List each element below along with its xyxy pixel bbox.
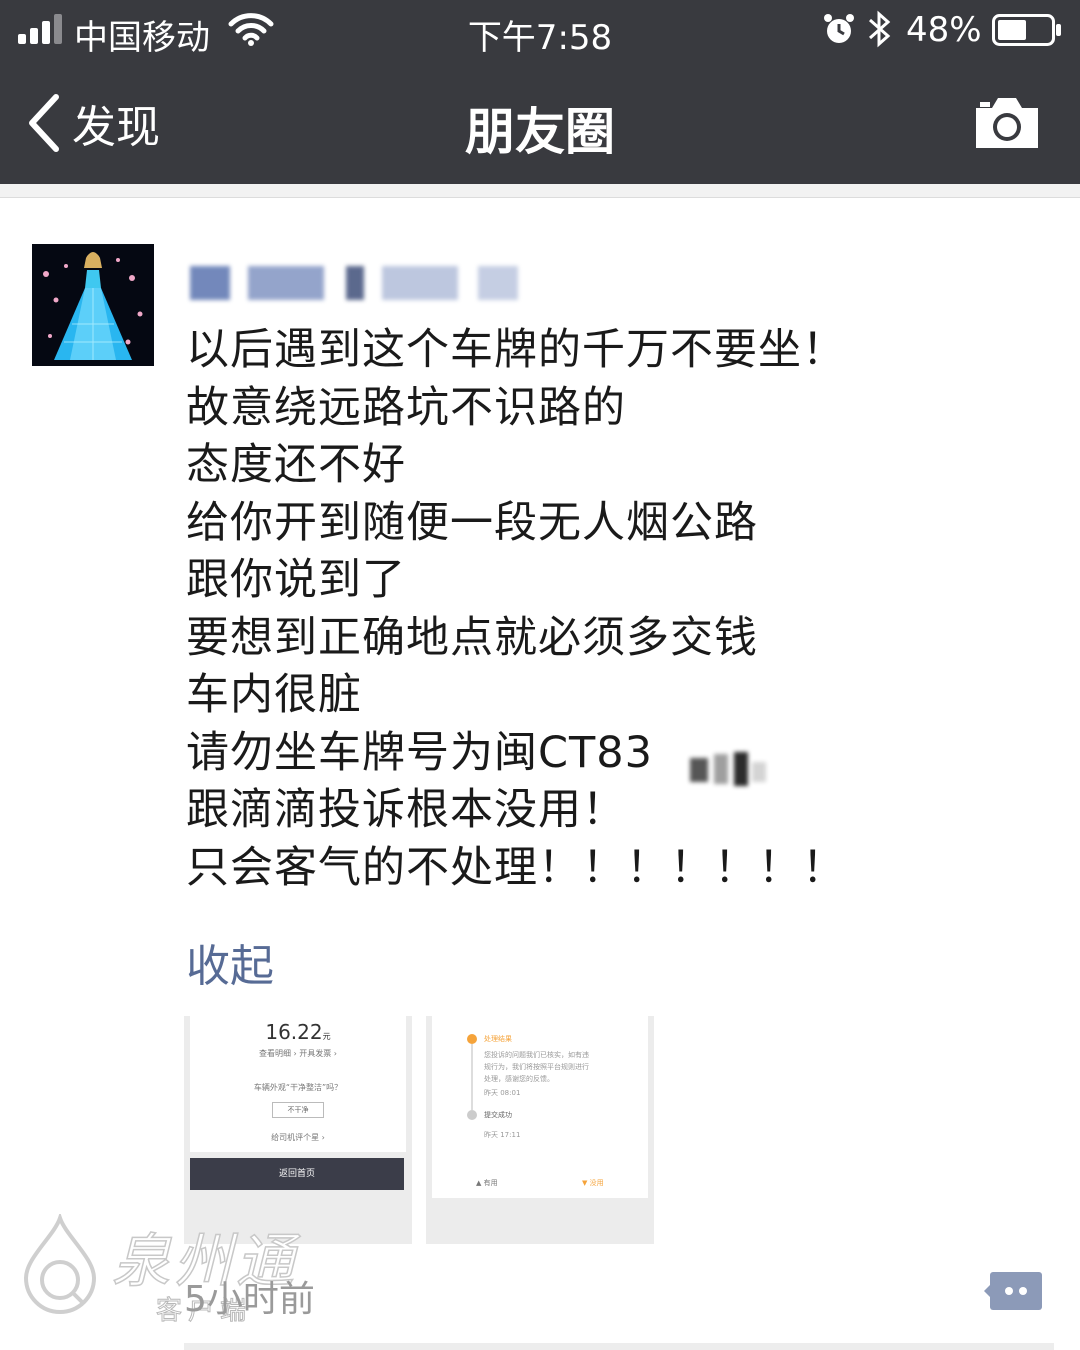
battery-icon xyxy=(992,14,1061,46)
post-line: 给你开到随便一段无人烟公路 xyxy=(186,497,758,548)
complaint-card: 处理结果 您投诉的问题我们已核实，如有违 规行为，我们将按照平台规则进行 处理，… xyxy=(432,1016,648,1198)
battery-percentage: 48% xyxy=(906,10,982,50)
post-image-complaint-status[interactable]: 处理结果 您投诉的问题我们已核实，如有违 规行为，我们将按照平台规则进行 处理，… xyxy=(426,1016,654,1244)
alarm-icon xyxy=(824,14,854,43)
post-line: 跟你说到了 xyxy=(186,555,406,605)
avatar-image xyxy=(32,244,154,366)
receipt-card: 16.22元 查看明细 › 开具发票 › 车辆外观“干净整洁”吗？ 不干净 给司… xyxy=(190,1016,406,1152)
collapse-link[interactable]: 收起 xyxy=(186,930,274,994)
camera-icon[interactable] xyxy=(972,94,1042,150)
username-blurred[interactable] xyxy=(186,252,526,304)
return-home-button: 返回首页 xyxy=(190,1158,404,1190)
step-body: 您投诉的问题我们已核实，如有违 xyxy=(484,1051,589,1059)
rating-question: 车辆外观“干净整洁”吗？ xyxy=(253,1083,343,1092)
timeline-dot xyxy=(467,1110,477,1120)
step-time: 昨天 17:11 xyxy=(484,1131,521,1139)
step-title: 处理结果 xyxy=(484,1035,512,1043)
step-body: 规行为，我们将按照平台规则进行 xyxy=(484,1063,589,1071)
comment-icon[interactable] xyxy=(984,1268,1044,1314)
post-line: 跟滴滴投诉根本没用！ xyxy=(186,785,626,835)
post-line: 请勿坐车牌号为闽CT83 xyxy=(186,727,654,778)
license-plate-blur xyxy=(688,748,768,788)
post-line: 故意绕远路坑不识路的 xyxy=(186,382,626,433)
status-bar: 中国移动 下午7:58 48% xyxy=(0,0,1080,62)
comment-area-edge xyxy=(184,1343,1054,1350)
post-line: 要想到正确地点就必须多交钱 xyxy=(186,612,758,663)
page-title: 朋友圈 xyxy=(465,103,615,161)
nav-bar: 发现 朋友圈 xyxy=(0,62,1080,184)
post-line: 态度还不好 xyxy=(186,440,406,490)
post-line: 车内很脏 xyxy=(186,670,362,720)
post-content: 以后遇到这个车牌的千万不要坐！ 故意绕远路坑不识路的 态度还不好 给你开到随便一… xyxy=(186,322,946,897)
section-divider xyxy=(0,184,1080,198)
useful-label: ▲ 有用 xyxy=(476,1179,498,1187)
post-timestamp: 5小时前 xyxy=(184,1279,315,1320)
post-line: 只会客气的不处理！！！！！！！ xyxy=(186,842,846,893)
not-clean-button: 不干净 xyxy=(272,1102,324,1118)
step-body: 处理，感谢您的反馈。 xyxy=(484,1075,554,1083)
timeline-line xyxy=(471,1044,473,1110)
thumbs-down-icon: ▼ xyxy=(582,1179,590,1187)
watermark-logo-icon xyxy=(23,1214,97,1314)
rate-driver-link: 给司机评个星 › xyxy=(271,1133,325,1142)
step-time: 昨天 08:01 xyxy=(484,1089,521,1097)
step-title: 提交成功 xyxy=(484,1111,512,1119)
receipt-links: 查看明细 › 开具发票 › xyxy=(258,1049,338,1058)
timeline-dot xyxy=(467,1034,477,1044)
avatar[interactable] xyxy=(32,244,154,366)
useless-label: ▼ 没用 xyxy=(582,1179,604,1187)
bluetooth-icon xyxy=(869,10,891,48)
fare-amount: 16.22元 xyxy=(265,1020,331,1044)
thumbs-up-icon: ▲ xyxy=(476,1179,484,1187)
post-line: 以后遇到这个车牌的千万不要坐！ xyxy=(186,325,846,375)
